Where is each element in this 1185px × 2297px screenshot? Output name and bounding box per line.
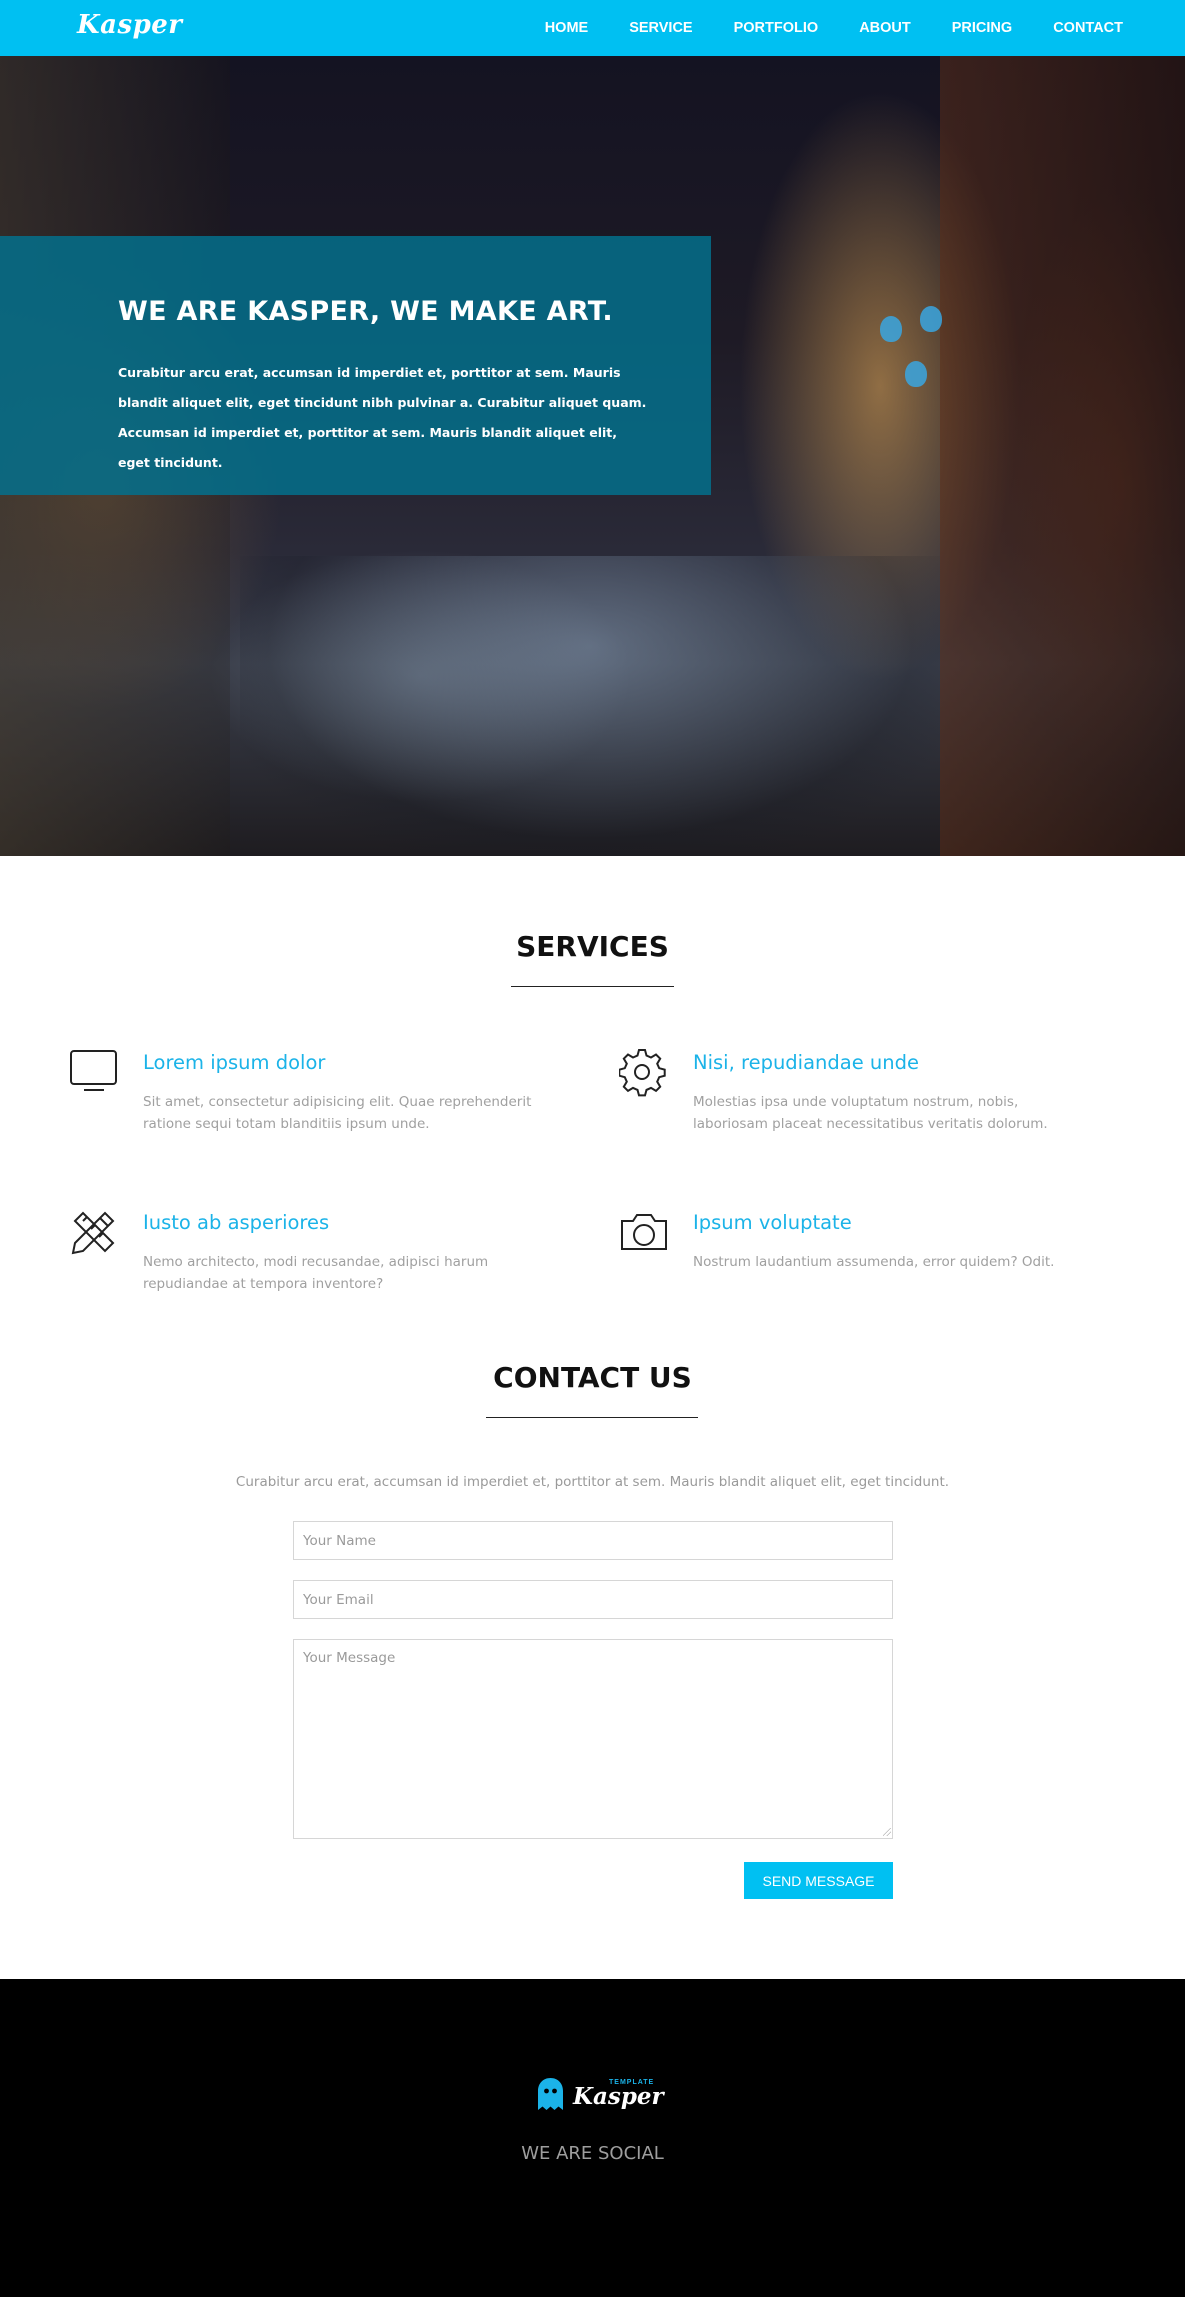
hero-section: WE ARE KASPER, WE MAKE ART. Curabitur ar… <box>0 56 1185 856</box>
nav-item-service[interactable]: SERVICE <box>629 20 692 36</box>
service-text: Nostrum laudantium assumenda, error quid… <box>693 1254 1055 1270</box>
footer-logo[interactable]: TEMPLATE Kasper <box>537 2077 664 2117</box>
footer: TEMPLATE Kasper WE ARE SOCIAL <box>0 1979 1185 2297</box>
contact-intro: Curabitur arcu erat, accumsan id imperdi… <box>235 1474 950 1490</box>
hero-background-street <box>240 556 940 856</box>
service-title: Ipsum voluptate <box>693 1211 852 1234</box>
nav-item-portfolio[interactable]: PORTFOLIO <box>734 20 819 36</box>
hero-title: WE ARE KASPER, WE MAKE ART. <box>118 296 613 327</box>
send-message-button[interactable]: SEND MESSAGE <box>744 1862 893 1899</box>
message-field[interactable] <box>293 1639 893 1839</box>
textarea-resize-handle[interactable] <box>883 1828 891 1836</box>
nav-item-contact[interactable]: CONTACT <box>1053 20 1123 36</box>
hero-background-wall-right <box>940 56 1185 856</box>
hero-lantern <box>880 316 902 342</box>
hero-overlay-box: WE ARE KASPER, WE MAKE ART. Curabitur ar… <box>0 236 711 495</box>
site-logo[interactable]: Kasper <box>77 10 183 40</box>
service-item: Iusto ab asperiores Nemo architecto, mod… <box>69 1207 539 1307</box>
name-field[interactable] <box>293 1521 893 1560</box>
service-text: Sit amet, consectetur adipisicing elit. … <box>143 1094 532 1132</box>
hero-lantern <box>920 306 942 332</box>
services-title: SERVICES <box>516 930 669 963</box>
camera-icon <box>621 1214 667 1250</box>
monitor-icon <box>70 1050 117 1091</box>
footer-logo-text: Kasper <box>573 2083 664 2110</box>
service-title: Nisi, repudiandae unde <box>693 1051 920 1074</box>
social-title: WE ARE SOCIAL <box>521 2143 664 2164</box>
service-item: Lorem ipsum dolor Sit amet, consectetur … <box>69 1047 539 1147</box>
contact-title-underline <box>486 1417 698 1418</box>
service-title: Lorem ipsum dolor <box>143 1051 326 1074</box>
service-title: Iusto ab asperiores <box>143 1211 330 1234</box>
hero-lantern <box>905 361 927 387</box>
service-text: Molestias ipsa unde voluptatum nostrum, … <box>693 1094 1048 1132</box>
main-nav: HOME SERVICE PORTFOLIO ABOUT PRICING CON… <box>504 0 1123 56</box>
service-text: Nemo architecto, modi recusandae, adipis… <box>143 1254 489 1292</box>
service-item: Ipsum voluptate Nostrum laudantium assum… <box>619 1207 1089 1307</box>
ghost-icon <box>538 2078 563 2110</box>
hero-text: Curabitur arcu erat, accumsan id imperdi… <box>118 365 647 470</box>
services-title-underline <box>511 986 674 987</box>
nav-item-home[interactable]: HOME <box>545 20 589 36</box>
email-field[interactable] <box>293 1580 893 1619</box>
service-item: Nisi, repudiandae unde Molestias ipsa un… <box>619 1047 1089 1147</box>
gear-icon <box>619 1049 666 1097</box>
navbar: Kasper HOME SERVICE PORTFOLIO ABOUT PRIC… <box>0 0 1185 56</box>
pencil-ruler-icon <box>71 1211 115 1255</box>
nav-item-about[interactable]: ABOUT <box>859 20 911 36</box>
contact-title: CONTACT US <box>493 1361 692 1394</box>
nav-item-pricing[interactable]: PRICING <box>952 20 1012 36</box>
